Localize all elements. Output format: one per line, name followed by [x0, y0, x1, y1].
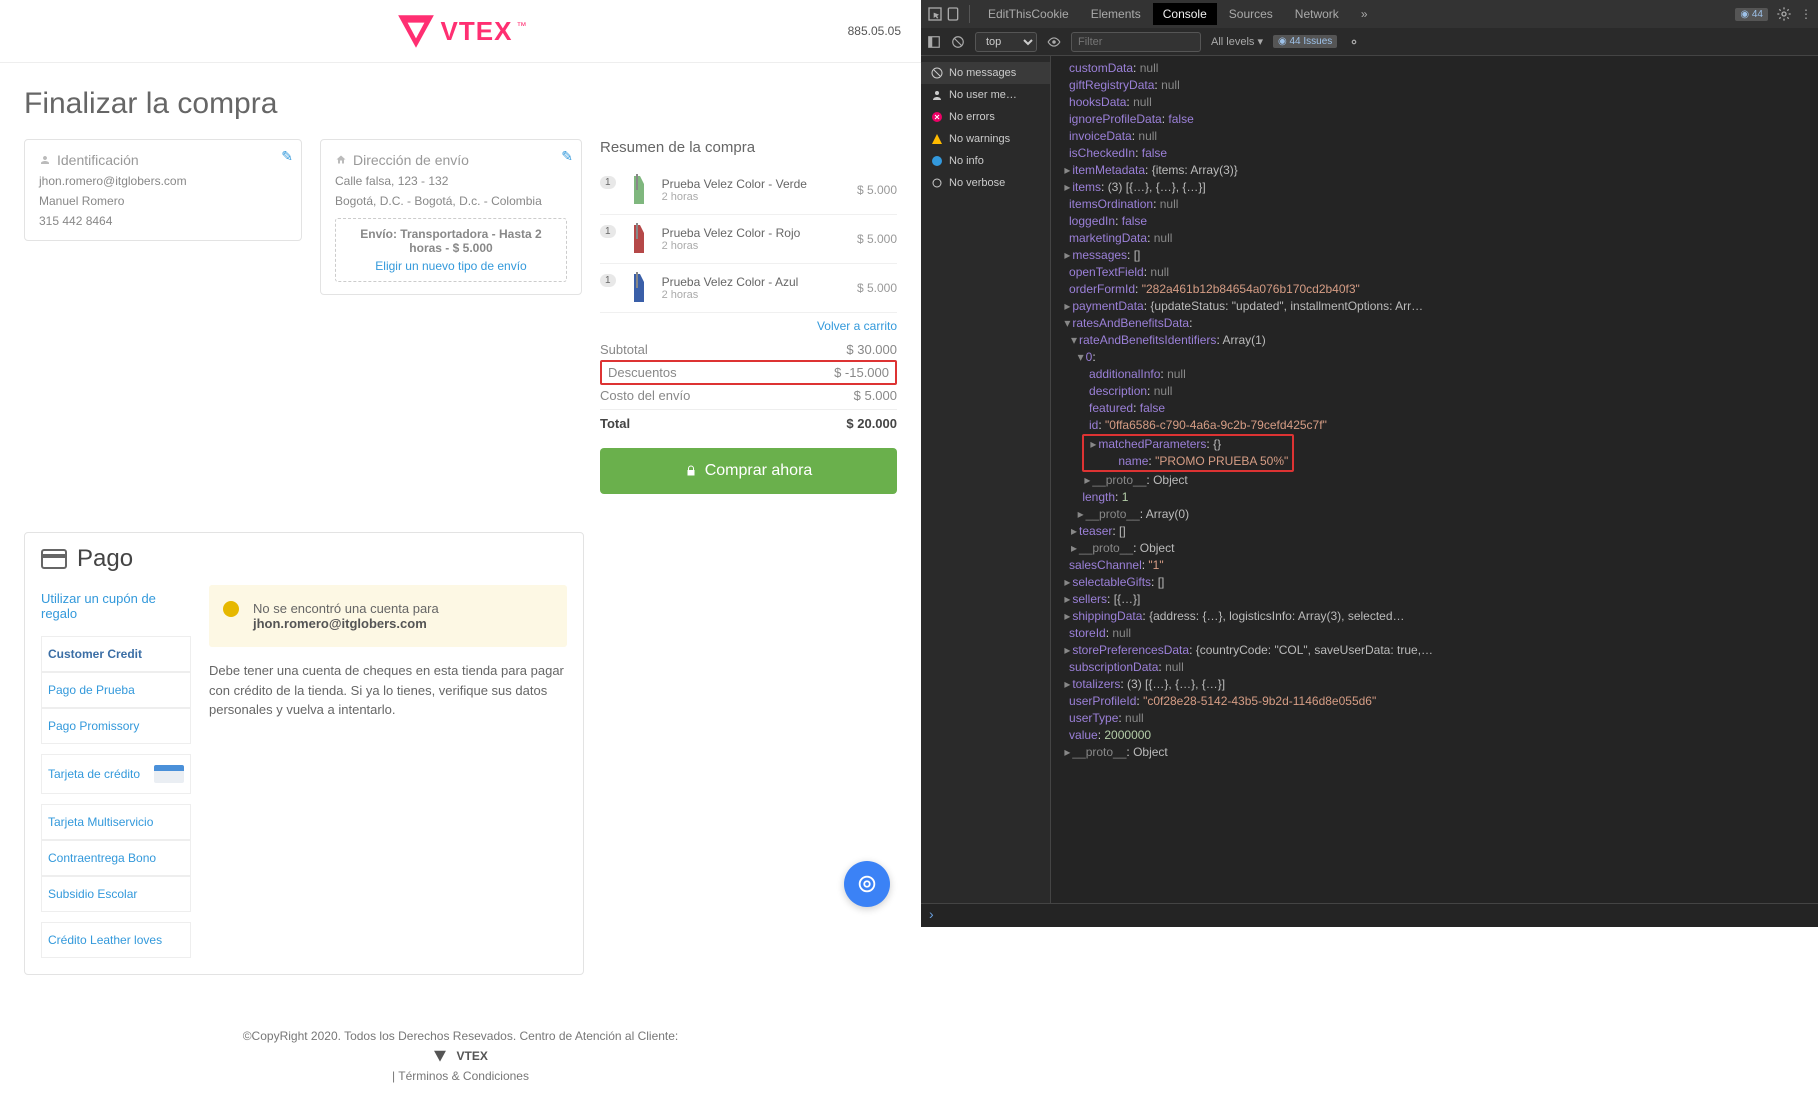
- buy-now-button[interactable]: Comprar ahora: [600, 448, 897, 494]
- levels-dropdown[interactable]: All levels ▾: [1211, 35, 1263, 48]
- footer: ©CopyRight 2020. Todos los Derechos Rese…: [0, 999, 921, 1103]
- product-thumb: [624, 172, 654, 208]
- device-icon[interactable]: [945, 6, 961, 22]
- sidebar-filter[interactable]: No user me…: [921, 84, 1050, 106]
- devtools: EditThisCookie Elements Console Sources …: [921, 0, 1818, 927]
- summary-title: Resumen de la compra: [600, 139, 897, 156]
- gear-icon[interactable]: [1347, 35, 1361, 49]
- devtools-tabs: EditThisCookie Elements Console Sources …: [921, 0, 1818, 28]
- help-text: Debe tener una cuenta de cheques en esta…: [209, 661, 567, 720]
- ship-city: Bogotá, D.C. - Bogotá, D.c. - Colombia: [335, 194, 567, 208]
- identification-title: Identificación: [39, 152, 287, 168]
- clear-console-icon[interactable]: [951, 35, 965, 49]
- gear-icon[interactable]: [1776, 6, 1792, 22]
- discount-row: Descuentos$ -15.000: [600, 360, 897, 385]
- eye-icon[interactable]: [1047, 35, 1061, 49]
- sidebar-filter[interactable]: No info: [921, 150, 1050, 172]
- edit-identification-icon[interactable]: ✎: [281, 148, 293, 165]
- sidebar-toggle-icon[interactable]: [927, 35, 941, 49]
- coupon-link[interactable]: Utilizar un cupón de regalo: [41, 585, 191, 635]
- id-name: Manuel Romero: [39, 194, 287, 208]
- payment-option[interactable]: Subsidio Escolar: [41, 876, 191, 912]
- page-title: Finalizar la compra: [24, 87, 897, 121]
- error-badge[interactable]: ◉ 44: [1735, 8, 1768, 21]
- footer-logo: VTEX: [433, 1049, 488, 1063]
- payment-option[interactable]: Pago Promissory: [41, 708, 191, 744]
- sidebar-filter[interactable]: No verbose: [921, 172, 1050, 194]
- console-prompt[interactable]: ›: [921, 903, 1818, 927]
- support-fab[interactable]: [844, 861, 890, 907]
- tab-console[interactable]: Console: [1153, 3, 1217, 25]
- cart-item: 1 Prueba Velez Color - Verde2 horas $ 5.…: [600, 166, 897, 215]
- tab-sources[interactable]: Sources: [1219, 3, 1283, 25]
- id-phone: 315 442 8464: [39, 214, 287, 228]
- kebab-icon[interactable]: ⋮: [1800, 7, 1812, 21]
- tab-more[interactable]: »: [1351, 3, 1378, 25]
- issues-link[interactable]: ◉ 44 Issues: [1273, 35, 1337, 48]
- totals-block: Subtotal$ 30.000 Descuentos$ -15.000 Cos…: [600, 339, 897, 434]
- cart-item: 1 Prueba Velez Color - Azul2 horas $ 5.0…: [600, 264, 897, 313]
- version-label: 885.05.05: [848, 24, 901, 38]
- warning-box: No se encontró una cuenta para jhon.rome…: [209, 585, 567, 647]
- ship-method: Envío: Transportadora - Hasta 2 horas - …: [360, 227, 541, 255]
- payment-option[interactable]: Pago de Prueba: [41, 672, 191, 708]
- app-header: VTEX™ 885.05.05: [0, 0, 921, 63]
- payment-option[interactable]: Customer Credit: [41, 636, 191, 672]
- tab-network[interactable]: Network: [1285, 3, 1349, 25]
- shipping-panel: ✎ Dirección de envío Calle falsa, 123 - …: [320, 139, 582, 295]
- tab-editcookie[interactable]: EditThisCookie: [978, 3, 1079, 25]
- tab-elements[interactable]: Elements: [1081, 3, 1151, 25]
- sidebar-filter[interactable]: No errors: [921, 106, 1050, 128]
- cart-item: 1 Prueba Velez Color - Rojo2 horas $ 5.0…: [600, 215, 897, 264]
- inspect-icon[interactable]: [927, 6, 943, 22]
- payment-option[interactable]: Crédito Leather loves: [41, 922, 191, 958]
- payment-option[interactable]: Tarjeta Multiservicio: [41, 804, 191, 840]
- ship-street: Calle falsa, 123 - 132: [335, 174, 567, 188]
- identification-panel: ✎ Identificación jhon.romero@itglobers.c…: [24, 139, 302, 241]
- brand-logo: VTEX™: [395, 10, 527, 52]
- shipping-title: Dirección de envío: [335, 152, 567, 168]
- payment-title: Pago: [25, 533, 583, 585]
- console-sidebar: No messagesNo user me…No errorsNo warnin…: [921, 56, 1051, 903]
- filter-input[interactable]: [1071, 32, 1201, 52]
- console-output[interactable]: customData: null giftRegistryData: null …: [1051, 56, 1818, 903]
- context-select[interactable]: top: [975, 32, 1037, 52]
- back-to-cart-link[interactable]: Volver a carrito: [600, 319, 897, 333]
- card-icon: [41, 549, 67, 569]
- id-email: jhon.romero@itglobers.com: [39, 174, 287, 188]
- product-thumb: [624, 270, 654, 306]
- payment-option[interactable]: Tarjeta de crédito: [41, 754, 191, 794]
- sidebar-filter[interactable]: No messages: [921, 62, 1050, 84]
- sidebar-filter[interactable]: No warnings: [921, 128, 1050, 150]
- lock-icon: [685, 464, 697, 478]
- payment-option[interactable]: Contraentrega Bono: [41, 840, 191, 876]
- card-icon: [154, 765, 184, 783]
- change-shipping-link[interactable]: Eligir un nuevo tipo de envío: [344, 259, 558, 273]
- product-thumb: [624, 221, 654, 257]
- edit-shipping-icon[interactable]: ✎: [561, 148, 573, 165]
